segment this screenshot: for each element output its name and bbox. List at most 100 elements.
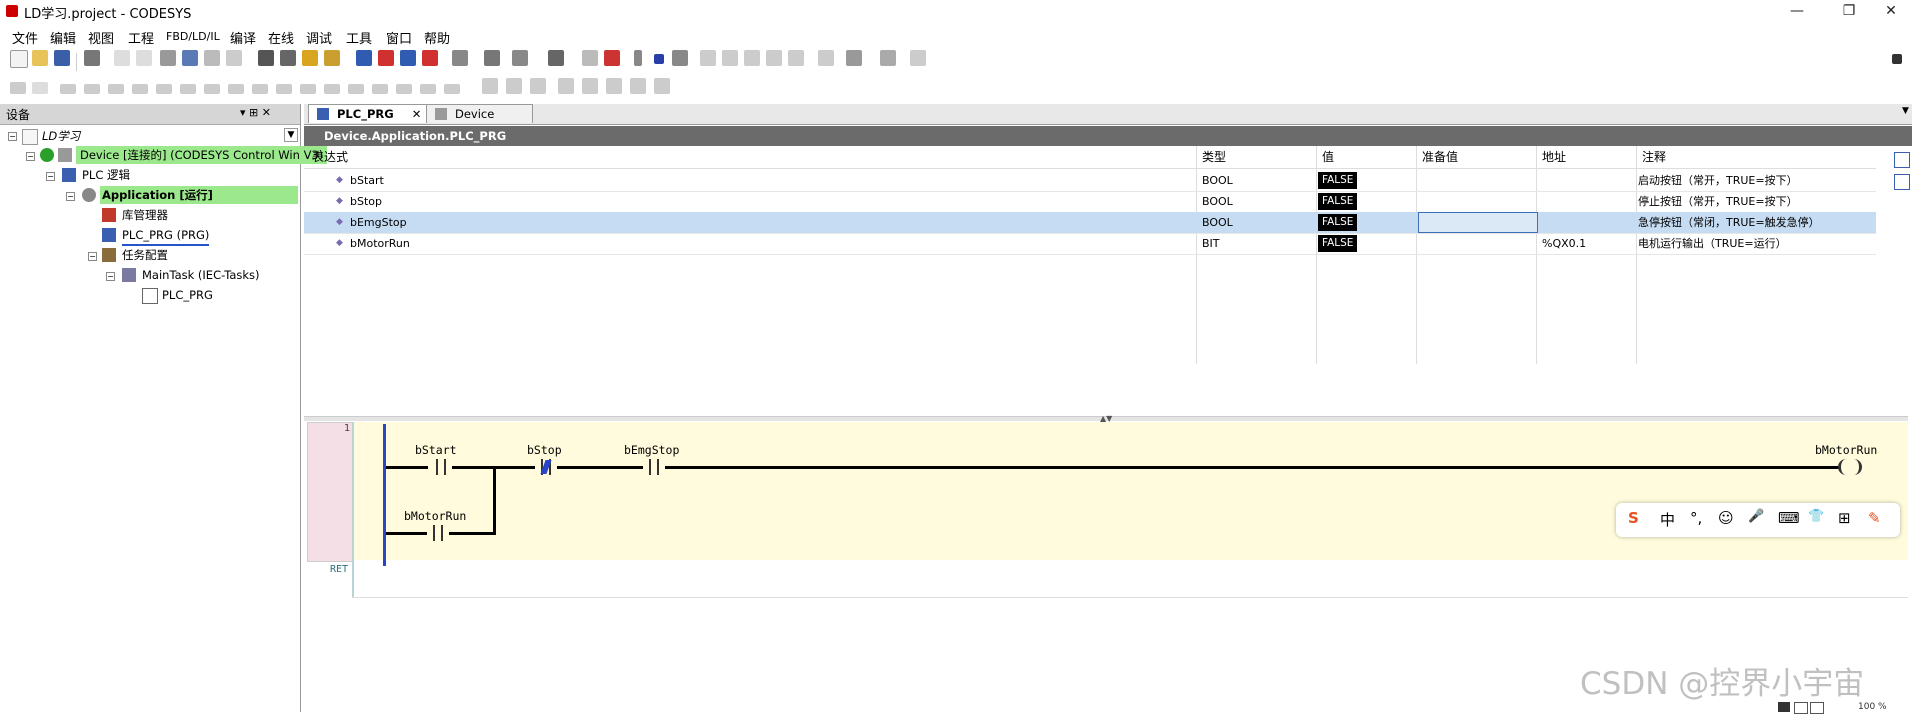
insert-assignment-icon[interactable] [420, 84, 436, 94]
delete-icon[interactable] [226, 50, 242, 66]
col-type[interactable]: 类型 [1202, 148, 1226, 166]
watch-row[interactable]: ◆ bStop BOOL FALSE 停止按钮（常开，TRUE=按下） [304, 191, 1876, 213]
insert-branch-start-icon[interactable] [372, 84, 388, 94]
breakpoint-icon[interactable] [582, 50, 598, 66]
start-icon[interactable] [634, 50, 642, 66]
redo-icon[interactable] [136, 50, 152, 66]
zoom-level[interactable]: 100 % [1858, 702, 1887, 712]
copy-icon[interactable] [182, 50, 198, 66]
insert-network-below-icon[interactable] [32, 82, 48, 94]
table-view-icon[interactable] [1894, 152, 1910, 168]
watch-row[interactable]: ◆ bStart BOOL FALSE 启动按钮（常开，TRUE=按下） [304, 170, 1876, 192]
tree-item-plc-logic[interactable]: PLC 逻辑 [82, 166, 130, 184]
contact-bmotorrun[interactable] [427, 525, 449, 541]
col-prepared-value[interactable]: 准备值 [1422, 148, 1458, 166]
menu-help[interactable]: 帮助 [424, 28, 450, 47]
new-file-icon[interactable] [10, 50, 28, 68]
zoom-tool-icon[interactable] [1810, 702, 1824, 714]
insert-icon[interactable] [512, 50, 528, 66]
find-icon[interactable] [258, 50, 274, 66]
insert-coil-icon[interactable] [132, 84, 148, 94]
edge-detect-icon[interactable] [530, 78, 546, 94]
parallel-branch-icon[interactable] [558, 78, 574, 94]
collapse-toggle[interactable]: − [26, 152, 35, 161]
maximize-button[interactable]: ❐ [1826, 0, 1872, 22]
collapse-toggle[interactable]: − [88, 252, 97, 261]
step-into-icon[interactable] [722, 50, 738, 66]
chinese-mode-icon[interactable]: 中 [1660, 509, 1675, 530]
contact-bemgstop[interactable] [643, 459, 665, 475]
hand-tool-icon[interactable] [1794, 702, 1808, 714]
negate-icon[interactable] [506, 78, 522, 94]
col-value[interactable]: 值 [1322, 148, 1334, 166]
reset-icon[interactable] [604, 50, 620, 66]
chevron-down-icon[interactable]: ▼ [1902, 106, 1909, 116]
cart-icon[interactable] [880, 50, 896, 66]
menu-online[interactable]: 在线 [268, 28, 294, 47]
run-to-cursor-icon[interactable] [766, 50, 782, 66]
insert-network-icon[interactable] [10, 82, 26, 94]
step-icon[interactable] [672, 50, 688, 66]
tree-item-application[interactable]: Application [运行] [100, 186, 298, 204]
collapse-toggle[interactable]: − [8, 132, 17, 141]
open-folder-icon[interactable] [32, 50, 48, 66]
insert-branch-icon[interactable] [348, 84, 364, 94]
menu-build[interactable]: 编译 [230, 28, 256, 47]
tab-device[interactable]: Device [426, 104, 534, 123]
step-over-icon[interactable] [700, 50, 716, 66]
close-button[interactable]: ✕ [1868, 0, 1912, 22]
serial-branch-icon[interactable] [582, 78, 598, 94]
skin-icon[interactable]: 👕 [1808, 509, 1824, 524]
edit-icon[interactable] [654, 78, 670, 94]
col-expression[interactable]: 表达式 [312, 148, 348, 166]
contact-bstart[interactable] [428, 459, 452, 475]
menu-file[interactable]: 文件 [12, 28, 38, 47]
replace-icon[interactable] [280, 50, 296, 66]
logout-icon[interactable] [378, 50, 394, 66]
microphone-icon[interactable]: 🎤 [1748, 509, 1764, 524]
stop-icon[interactable] [654, 54, 664, 64]
tree-item-plc-prg-call[interactable]: PLC_PRG [162, 286, 213, 304]
collapse-toggle[interactable]: − [106, 272, 115, 281]
sogou-logo-icon[interactable]: S [1628, 509, 1639, 527]
col-comment[interactable]: 注释 [1642, 148, 1666, 166]
tree-item-plc-prg[interactable]: PLC_PRG (PRG) [122, 226, 210, 246]
options-icon[interactable] [910, 50, 926, 66]
menu-debug[interactable]: 调试 [306, 28, 332, 47]
build-icon[interactable] [484, 50, 500, 66]
login-icon[interactable] [356, 50, 372, 66]
collapse-toggle[interactable]: − [66, 192, 75, 201]
watch-row-selected[interactable]: ◆ bEmgStop BOOL FALSE 急停按钮（常闭，TRUE=触发急停） [304, 212, 1876, 234]
bookmark-icon[interactable] [302, 50, 318, 66]
menu-window[interactable]: 窗口 [386, 28, 412, 47]
insert-branch-end-icon[interactable] [396, 84, 412, 94]
tab-plc-prg[interactable]: PLC_PRG ✕ [308, 104, 431, 123]
punctuation-icon[interactable]: °, [1690, 509, 1702, 527]
download-icon[interactable] [400, 50, 416, 66]
write-values-icon[interactable] [818, 50, 834, 66]
prepared-value-input[interactable] [1418, 212, 1538, 233]
watch-icon[interactable] [548, 50, 564, 66]
insert-box-icon[interactable] [204, 84, 220, 94]
paste-icon[interactable] [204, 50, 220, 66]
insert-negated-contact-icon[interactable] [84, 84, 100, 94]
apps-grid-icon[interactable]: ⊞ [1838, 509, 1851, 527]
col-address[interactable]: 地址 [1542, 148, 1566, 166]
insert-output-icon[interactable] [324, 84, 340, 94]
display-mode-icon[interactable] [846, 50, 862, 66]
menu-edit[interactable]: 编辑 [50, 28, 76, 47]
insert-return-icon[interactable] [252, 84, 268, 94]
undo-icon[interactable] [114, 50, 130, 66]
menu-fbd-ld-il[interactable]: FBD/LD/IL [166, 30, 220, 43]
chevron-down-icon[interactable]: ▼ [284, 128, 298, 142]
print-icon[interactable] [84, 50, 100, 66]
menu-view[interactable]: 视图 [88, 28, 114, 47]
update-params-icon[interactable] [606, 78, 622, 94]
tree-item-device[interactable]: Device [连接的] (CODESYS Control Win V3) [76, 146, 328, 164]
tree-item-project[interactable]: LD学习 [42, 127, 80, 145]
list-view-icon[interactable] [1894, 174, 1910, 190]
tree-item-task-config[interactable]: 任务配置 [122, 246, 168, 264]
tree-item-library-manager[interactable]: 库管理器 [122, 206, 168, 224]
force-icon[interactable] [788, 50, 804, 66]
step-out-icon[interactable] [744, 50, 760, 66]
